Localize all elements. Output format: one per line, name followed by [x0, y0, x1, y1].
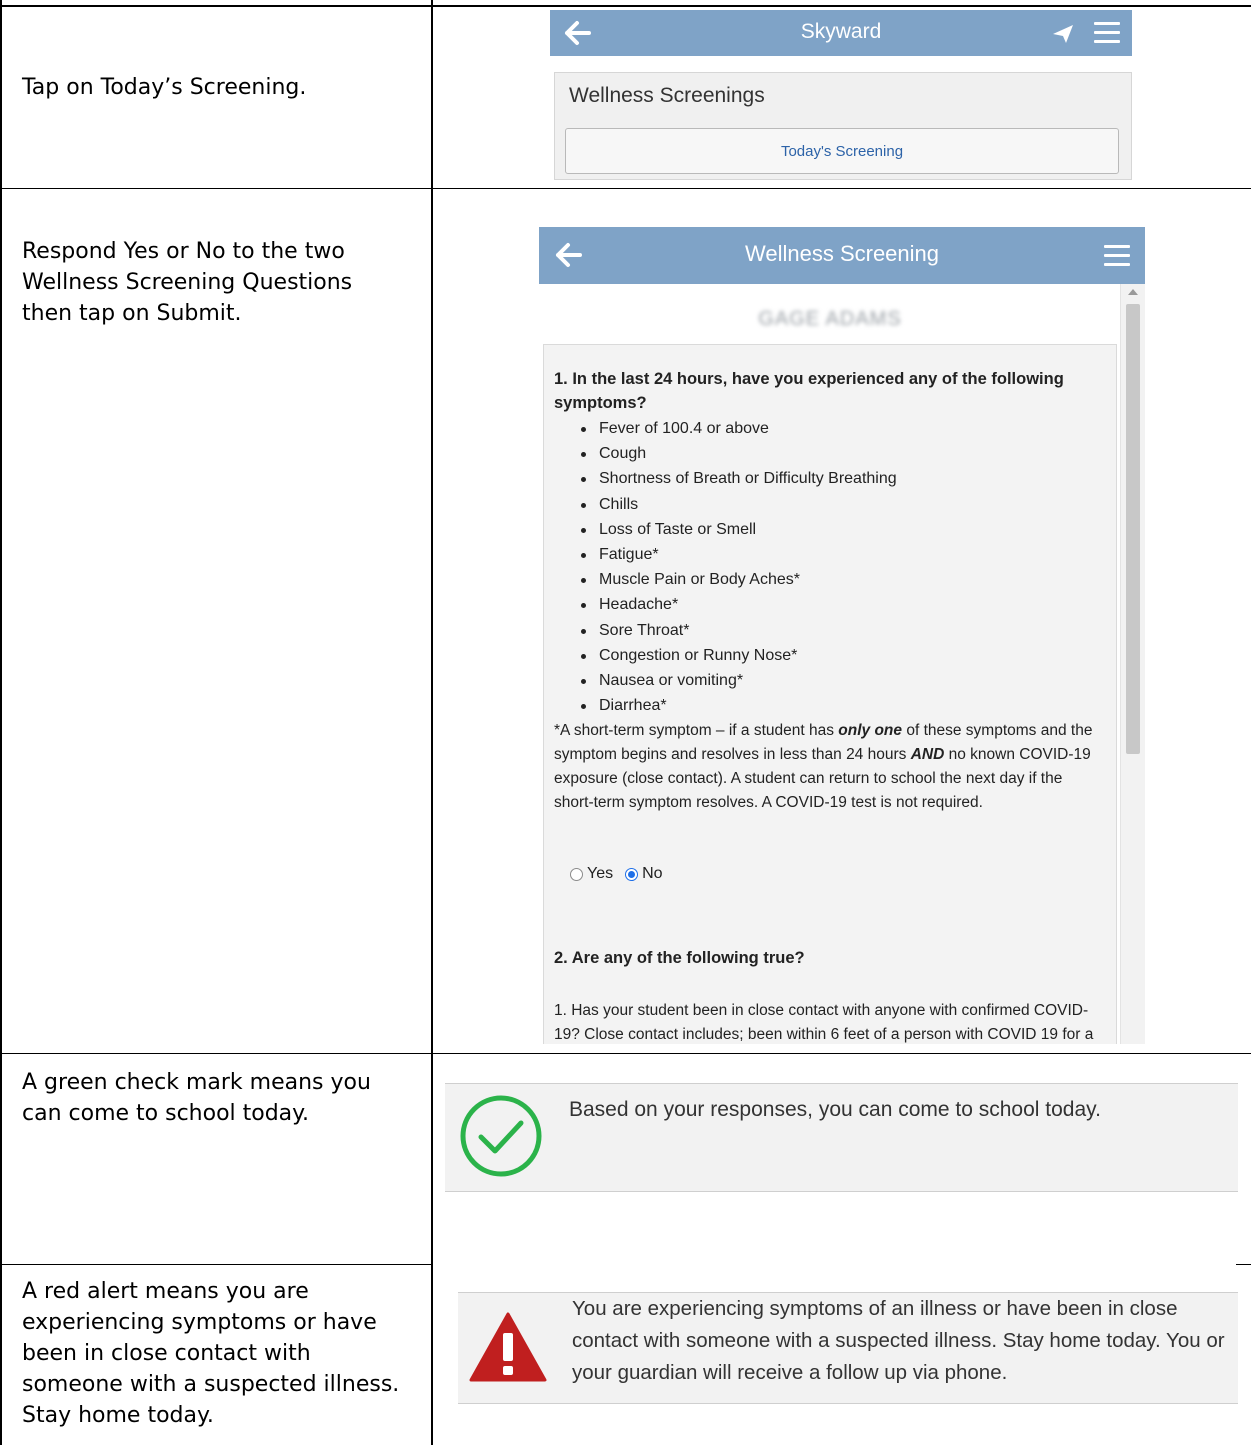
scrollbar-thumb[interactable] [1126, 304, 1140, 754]
list-item: Fatigue* [578, 542, 897, 567]
question-1: 1. In the last 24 hours, have you experi… [554, 370, 1064, 412]
table-border-top [0, 5, 1251, 7]
hamburger-menu-icon[interactable] [1094, 22, 1120, 44]
screen-title: Wellness Screening [744, 241, 940, 266]
step-4-text: A red alert means you are experiencing s… [22, 1279, 400, 1428]
result-alert-message: You are experiencing symptoms of an illn… [572, 1297, 1225, 1384]
list-item: Nausea or vomiting* [578, 668, 897, 693]
step-1-text: Tap on Today’s Screening. [22, 75, 307, 100]
hamburger-menu-icon[interactable] [1104, 245, 1130, 267]
question-2-item-1: 1. Has your student been in close contac… [554, 1002, 1094, 1043]
symptom-list: Fever of 100.4 or above Cough Shortness … [578, 416, 897, 718]
red-alert-icon [469, 1312, 547, 1382]
step-3-text: A green check mark means you can come to… [22, 1070, 371, 1126]
result-alert-panel: You are experiencing symptoms of an illn… [458, 1292, 1238, 1404]
question-1-answer: Yes No [570, 865, 663, 883]
wellness-screenings-panel: Wellness Screenings Today's Screening [554, 72, 1132, 180]
panel-heading: Wellness Screenings [569, 84, 765, 107]
todays-screening-button[interactable]: Today's Screening [565, 128, 1119, 174]
list-item: Muscle Pain or Body Aches* [578, 567, 897, 592]
student-name: GAGE ADAMS [758, 308, 902, 330]
list-item: Headache* [578, 592, 897, 617]
list-item: Diarrhea* [578, 693, 897, 718]
questions-box: 1. In the last 24 hours, have you experi… [543, 344, 1117, 1044]
note-text: *A short-term symptom – if a student has [554, 722, 839, 739]
row-divider [0, 1264, 432, 1265]
list-item: Cough [578, 441, 897, 466]
app-title: Skyward [800, 20, 882, 43]
list-item: Fever of 100.4 or above [578, 416, 897, 441]
list-item: Congestion or Runny Nose* [578, 643, 897, 668]
app-header: Wellness Screening [539, 227, 1145, 284]
list-item: Loss of Taste or Smell [578, 517, 897, 542]
green-check-icon [460, 1095, 542, 1177]
list-item: Chills [578, 492, 897, 517]
table-border-left [0, 0, 2, 1445]
result-ok-panel: Based on your responses, you can come to… [445, 1083, 1238, 1192]
column-divider [431, 0, 433, 1445]
screening-form: GAGE ADAMS 1. In the last 24 hours, have… [539, 284, 1145, 1044]
short-term-symptom-note: *A short-term symptom – if a student has… [554, 719, 1102, 815]
result-ok-message: Based on your responses, you can come to… [569, 1098, 1101, 1121]
scrollbar[interactable] [1120, 284, 1145, 1044]
note-emphasis: AND [910, 746, 945, 763]
skyward-home-screenshot: Skyward Wellness Screenings Today's Scre… [550, 10, 1132, 180]
yes-label: Yes [587, 865, 614, 882]
question-2: 2. Are any of the following true? [554, 949, 805, 967]
wellness-screening-screenshot: Wellness Screening GAGE ADAMS 1. In the … [539, 227, 1145, 1044]
list-item: Shortness of Breath or Difficulty Breath… [578, 466, 897, 491]
send-message-icon[interactable] [1052, 24, 1074, 44]
app-header: Skyward [550, 10, 1132, 56]
no-label: No [642, 865, 663, 882]
row-divider [0, 1053, 1251, 1054]
row-divider [1236, 1264, 1251, 1265]
row-divider [0, 188, 1251, 189]
list-item: Sore Throat* [578, 618, 897, 643]
step-2-text: Respond Yes or No to the two Wellness Sc… [22, 239, 353, 326]
note-emphasis: only one [838, 722, 903, 739]
no-radio[interactable] [625, 867, 639, 881]
scroll-up-icon[interactable] [1128, 289, 1138, 295]
yes-radio[interactable] [570, 867, 583, 881]
